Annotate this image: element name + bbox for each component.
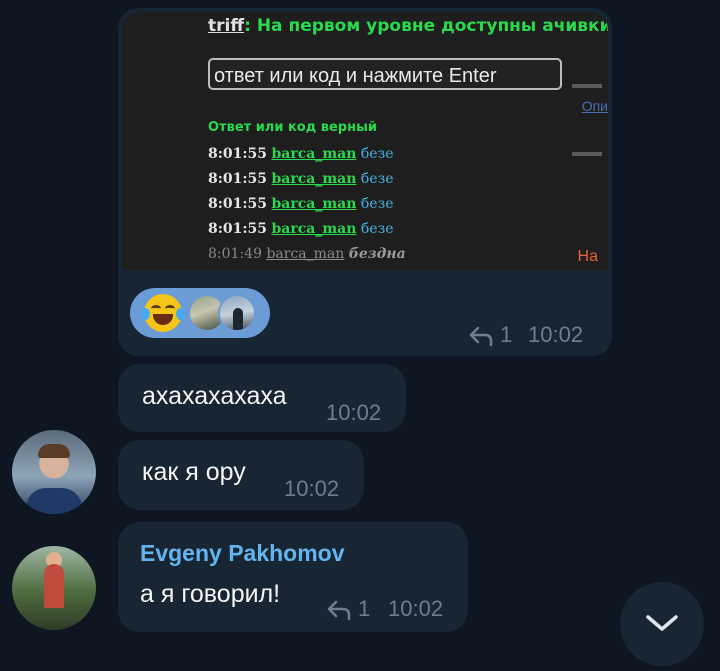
replies-count: 1 bbox=[358, 596, 371, 621]
emoji-eye bbox=[151, 305, 161, 312]
reply-arrow-icon bbox=[327, 600, 351, 621]
log-word: бездна bbox=[348, 246, 406, 262]
log-user: barca_man bbox=[271, 171, 357, 187]
screenshot-side-link: Опи bbox=[581, 98, 608, 114]
message-bubble[interactable]: как я ору 10:02 bbox=[118, 440, 364, 510]
screenshot-divider bbox=[572, 84, 602, 88]
avatar[interactable] bbox=[12, 430, 96, 514]
log-time: 8:01:55 bbox=[208, 171, 268, 187]
avatar-body bbox=[44, 564, 64, 608]
screenshot-corner-text: На bbox=[577, 248, 598, 265]
log-user: barca_man bbox=[271, 146, 357, 162]
message-bubble[interactable]: ахахахахаха 10:02 bbox=[118, 364, 406, 432]
message-text: как я ору bbox=[142, 458, 246, 486]
message-time: 10:02 bbox=[528, 322, 584, 347]
screenshot-divider bbox=[572, 152, 602, 156]
message-bubble-screenshot[interactable]: triff: На первом уровне доступны ачивки … bbox=[118, 8, 612, 356]
emoji-eye bbox=[165, 305, 175, 312]
log-user: barca_man bbox=[266, 246, 345, 262]
log-word: безе bbox=[360, 221, 394, 237]
reaction-pill[interactable] bbox=[130, 288, 270, 338]
message-author[interactable]: Evgeny Pakhomov bbox=[140, 540, 345, 567]
log-time: 8:01:49 bbox=[208, 246, 262, 262]
emoji-tear bbox=[141, 308, 150, 320]
log-word: безе bbox=[360, 196, 394, 212]
log-word: безе bbox=[360, 146, 394, 162]
replies-info[interactable]: 1 bbox=[326, 596, 370, 622]
emoji-tear bbox=[176, 308, 185, 320]
screenshot-line-text: : На первом уровне доступны ачивки (4 ш bbox=[244, 16, 608, 36]
screenshot-answer-input: ответ или код и нажмите Enter bbox=[208, 58, 562, 90]
log-user: barca_man bbox=[271, 221, 357, 237]
log-time: 8:01:55 bbox=[208, 146, 268, 162]
screenshot-user: triff bbox=[208, 16, 245, 36]
replies-info[interactable]: 1 bbox=[468, 322, 512, 348]
laughing-emoji-icon bbox=[141, 294, 185, 332]
log-time: 8:01:55 bbox=[208, 196, 268, 212]
emoji-mouth bbox=[153, 314, 173, 325]
log-word: безе bbox=[360, 171, 394, 187]
reply-arrow-icon bbox=[469, 326, 493, 347]
scroll-down-button[interactable] bbox=[620, 582, 704, 666]
reactor-avatar bbox=[218, 294, 256, 332]
message-time: 10:02 bbox=[388, 596, 444, 621]
log-time: 8:01:55 bbox=[208, 221, 268, 237]
message-bubble[interactable]: Evgeny Pakhomov а я говорил! 1 10:02 bbox=[118, 522, 468, 632]
message-text: ахахахахаха bbox=[142, 382, 287, 410]
screenshot-status-text: Ответ или код верный bbox=[208, 120, 377, 135]
screenshot-log-row: 8:01:55 barca_man безе bbox=[208, 146, 394, 162]
reactor-figure bbox=[233, 308, 243, 330]
message-text: а я говорил! bbox=[140, 580, 281, 608]
log-user: barca_man bbox=[271, 196, 357, 212]
avatar[interactable] bbox=[12, 546, 96, 630]
attached-screenshot[interactable]: triff: На первом уровне доступны ачивки … bbox=[122, 12, 608, 270]
message-time: 10:02 bbox=[284, 476, 340, 501]
screenshot-log-row: 8:01:55 barca_man безе bbox=[208, 221, 394, 237]
chevron-down-icon bbox=[646, 615, 678, 631]
screenshot-log-row: 8:01:55 barca_man безе bbox=[208, 171, 394, 187]
screenshot-log-row: 8:01:49 barca_man бездна bbox=[208, 246, 406, 262]
screenshot-log-row: 8:01:55 barca_man безе bbox=[208, 196, 394, 212]
screenshot-user-line: triff: На первом уровне доступны ачивки … bbox=[208, 16, 608, 36]
avatar-shirt bbox=[26, 488, 82, 514]
message-time: 10:02 bbox=[326, 400, 382, 425]
avatar-hair bbox=[38, 444, 70, 458]
replies-count: 1 bbox=[500, 322, 513, 347]
